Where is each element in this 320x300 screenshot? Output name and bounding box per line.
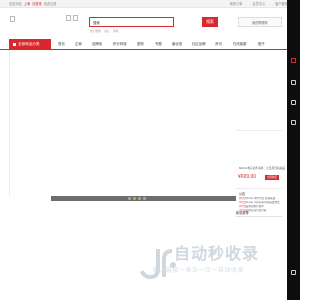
nav-item[interactable]: 专题 (155, 39, 162, 50)
banner-dot[interactable] (143, 197, 146, 200)
cart-icon[interactable] (291, 58, 296, 63)
register-link[interactable]: 免费注册 (44, 2, 57, 7)
back-to-top-icon[interactable] (291, 270, 296, 275)
banner-dots (128, 197, 146, 200)
watermark-title: 自动秒收录 (174, 244, 260, 263)
nav-item[interactable]: 社区品牌 (192, 39, 206, 50)
divider (236, 216, 282, 217)
hot-search-words: 热门搜索 办公 手机 (90, 29, 118, 33)
menu-icon (13, 42, 16, 46)
login-link[interactable]: 请登录 (32, 2, 42, 7)
cart-button[interactable]: 我的购物车 (238, 17, 282, 27)
hot-word[interactable]: 办公 (104, 29, 110, 33)
nav-item[interactable]: 圈子 (258, 39, 265, 50)
all-categories-label: 全部商品分类 (18, 42, 40, 46)
user-icon[interactable] (291, 80, 296, 85)
banner-dot[interactable] (138, 197, 141, 200)
nav-item[interactable]: 品牌街 (92, 39, 102, 50)
broken-image-icon (10, 16, 15, 22)
news-tag: [公告] (239, 201, 246, 204)
news-tag: [公告] (239, 205, 246, 208)
top-bar: 欢迎光临 上海 请登录 免费注册 我的订单 会员中心 客户服务 (0, 0, 300, 8)
top-link[interactable]: 我的订单 (230, 2, 243, 7)
news-item[interactable]: [公告]Sonay 手机等系列新品发布会 (239, 201, 281, 204)
side-panel: MACA 电子商务清单：元旦月活动商品 ¥699.00 立即购买 公告 (236, 50, 285, 197)
divider (236, 188, 282, 189)
top-bar-left: 欢迎光临 上海 请登录 免费注册 (9, 2, 56, 7)
news-text: Sonay 手机等系列新品发布会 (245, 201, 280, 204)
banner-dot[interactable] (133, 197, 136, 200)
news-heading: 公告 (239, 192, 246, 196)
news-text: Sonay 年中大促 优惠来袭 (245, 197, 276, 200)
nav-item[interactable]: 首页 (58, 39, 65, 50)
nav-item[interactable]: 正局 (75, 39, 82, 50)
nav-item[interactable]: 积分商城 (113, 39, 127, 50)
news-item[interactable]: [公告]Sonay 年中大促 优惠来袭 (239, 197, 281, 200)
favorite-icon[interactable] (291, 100, 296, 105)
news-text: 品牌商城升级中 (245, 205, 264, 208)
logo-image-icon[interactable] (66, 15, 71, 21)
nav-item[interactable]: 资讯 (215, 39, 222, 50)
all-categories-button[interactable]: 全部商品分类 (9, 39, 51, 50)
nav-item[interactable]: 在线客服 (233, 39, 247, 50)
history-icon[interactable] (291, 120, 296, 125)
product-title[interactable]: MACA 电子商务清单：元旦月活动商品 (239, 167, 285, 170)
hot-word[interactable]: 热门搜索 (90, 29, 101, 33)
welcome-text: 欢迎光临 (9, 1, 22, 6)
nav-item[interactable]: 最优惠 (172, 39, 182, 50)
watermark-subtitle: 做上链接一来访一次一自动收录 (153, 267, 245, 274)
section-heading: 新品推荐 (236, 211, 249, 215)
search-button[interactable]: 搜索 (202, 17, 218, 27)
top-bar-right: 我的订单 会员中心 客户服务 (230, 2, 288, 7)
news-item[interactable]: [公告]品牌商城升级中 (239, 205, 281, 208)
hot-word[interactable]: 手机 (113, 29, 119, 33)
city-link[interactable]: 上海 (24, 2, 30, 7)
banner-dot[interactable] (128, 197, 131, 200)
main-nav: 全部商品分类 首页 正局 品牌街 积分商城 团购 专题 最优惠 社区品牌 资讯 … (0, 39, 300, 50)
logo-secondary-image-icon (73, 15, 78, 21)
banner-slider[interactable] (9, 50, 236, 197)
nav-item[interactable]: 团购 (137, 39, 144, 50)
top-link[interactable]: 会员中心 (253, 2, 266, 7)
divider (236, 130, 282, 131)
news-tag: [公告] (239, 197, 246, 200)
search-input[interactable] (89, 17, 174, 27)
product-price: ¥699.00 (238, 174, 257, 180)
buy-now-button[interactable]: 立即购买 (265, 175, 279, 180)
